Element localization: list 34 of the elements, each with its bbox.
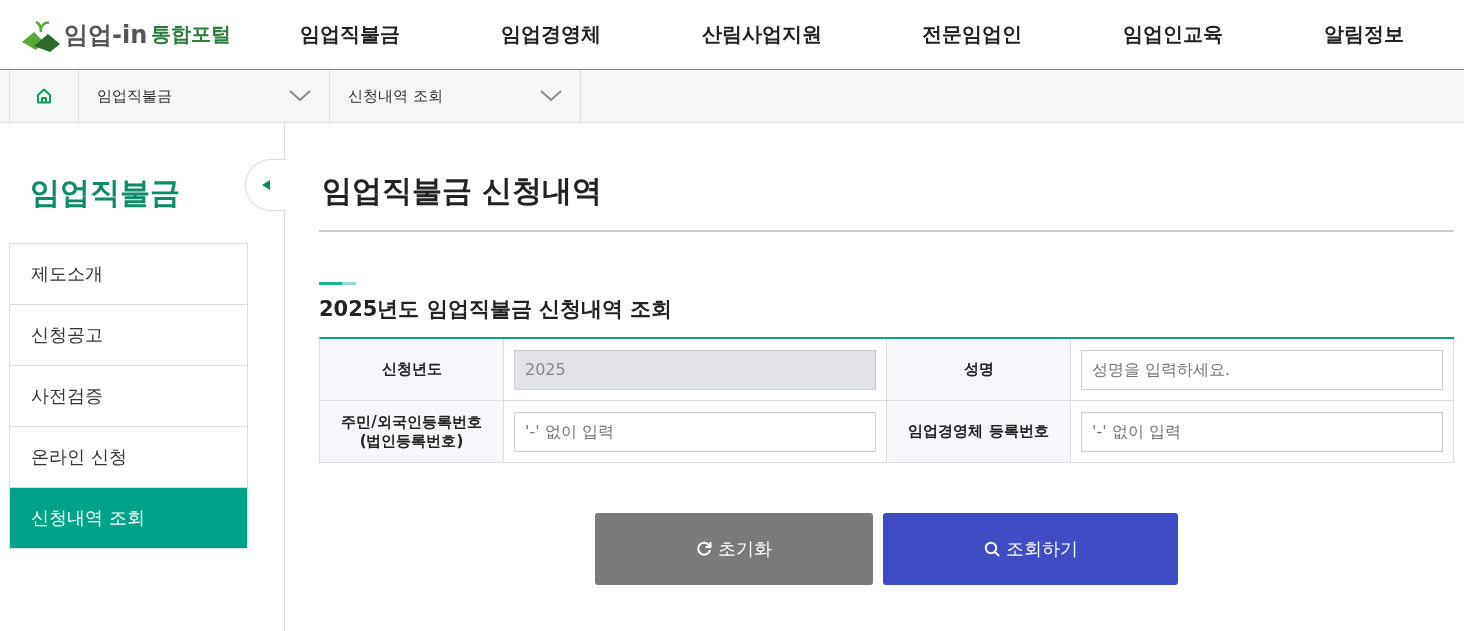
home-icon bbox=[35, 87, 53, 105]
nav-link[interactable]: 임업인교육 bbox=[1122, 21, 1223, 48]
breadcrumb-dropdown[interactable]: 임업직불금 bbox=[79, 70, 330, 122]
search-icon bbox=[983, 541, 1000, 557]
field-label: 신청년도 bbox=[320, 339, 504, 401]
sidebar-item[interactable]: 제도소개 bbox=[10, 244, 247, 304]
input-field[interactable]: '-' 없이 입력 bbox=[1081, 411, 1443, 452]
nav-link[interactable]: 임업직불금 bbox=[300, 21, 401, 48]
nav-link[interactable]: 산림사업지원 bbox=[701, 21, 822, 48]
page-title: 임업직불금 신청내역 bbox=[319, 123, 1454, 232]
reset-button[interactable]: 초기화 bbox=[595, 513, 873, 585]
field-label: 주민/외국인등록번호 (법인등록번호) bbox=[320, 401, 504, 463]
breadcrumb-dropdown[interactable]: 신청내역 조회 bbox=[330, 70, 581, 122]
field-label: 임업경영체 등록번호 bbox=[887, 401, 1071, 463]
nav-link[interactable]: 알림정보 bbox=[1323, 21, 1404, 48]
triangle-left-icon bbox=[262, 180, 270, 190]
input-field[interactable]: 성명을 입력하세요. bbox=[1081, 349, 1443, 390]
field-label: 성명 bbox=[887, 339, 1071, 401]
sidebar-item[interactable]: 신청공고 bbox=[10, 305, 247, 365]
nav-link[interactable]: 전문임업인 bbox=[922, 21, 1023, 48]
accent-bar bbox=[319, 282, 356, 285]
section-title: 2025년도 임업직불금 신청내역 조회 bbox=[319, 296, 674, 323]
refresh-icon bbox=[696, 541, 712, 557]
sidebar-item[interactable]: 온라인 신청 bbox=[10, 427, 247, 487]
chevron-down-icon bbox=[289, 90, 311, 102]
search-button[interactable]: 조회하기 bbox=[883, 513, 1178, 585]
input-field[interactable]: '-' 없이 입력 bbox=[514, 411, 876, 452]
logo-subtitle: 통합포털 bbox=[151, 21, 232, 48]
nav-link[interactable]: 임업경영체 bbox=[501, 21, 601, 48]
home-button[interactable] bbox=[9, 70, 79, 122]
logo-text: 임업-in bbox=[64, 19, 148, 51]
sidebar-item[interactable]: 사전검증 bbox=[10, 366, 247, 426]
sidebar-title: 임업직불금 bbox=[30, 174, 180, 212]
chevron-down-icon bbox=[540, 90, 562, 102]
